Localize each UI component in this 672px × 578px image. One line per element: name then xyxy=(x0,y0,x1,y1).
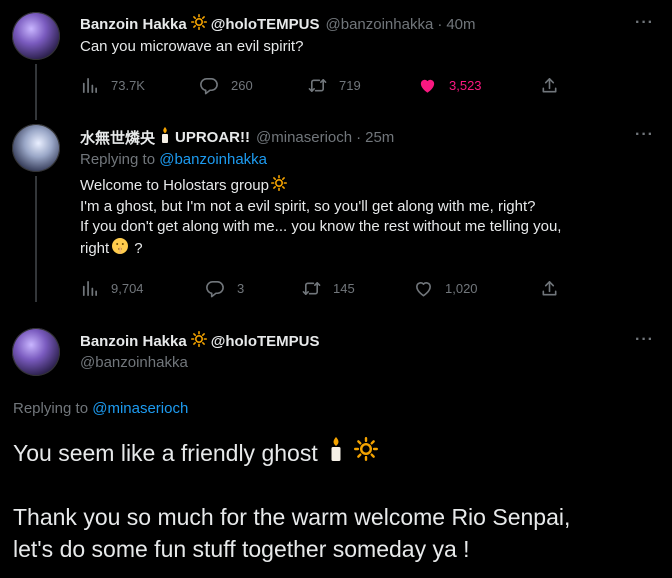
avatar-banzoin[interactable] xyxy=(12,328,60,376)
candle-emoji-icon xyxy=(159,126,171,149)
retweet-icon xyxy=(308,76,327,95)
tweet3-header: Banzoin Hakka @holoTEMPUS xyxy=(80,331,320,352)
user-handle[interactable]: @banzoinhakka xyxy=(80,354,188,371)
retweet-count: 145 xyxy=(333,281,355,296)
heart-icon xyxy=(414,279,433,298)
tweet-text: Can you microwave an evil spirit? xyxy=(80,38,304,55)
separator-dot: · xyxy=(356,129,362,146)
views-button[interactable]: 9,704 xyxy=(80,279,144,298)
replying-to-link[interactable]: @minaserioch xyxy=(92,400,188,417)
reply-count: 3 xyxy=(237,281,245,296)
tweet-line-2: Thank you so much for the warm welcome R… xyxy=(13,504,571,530)
more-options-button[interactable]: ··· xyxy=(635,14,654,32)
shushing-face-emoji-icon xyxy=(111,237,129,261)
tweet-line-4-end: ? xyxy=(134,240,143,257)
share-button[interactable] xyxy=(540,76,559,95)
sun-emoji-icon xyxy=(353,437,378,469)
tweet-line-1: Welcome to Holostars group xyxy=(80,177,269,194)
share-button[interactable] xyxy=(540,279,559,298)
reply-button[interactable]: 3 xyxy=(206,279,244,298)
tweet2-header: 水無世燐央 UPROAR!! @minaserioch · 25m xyxy=(80,126,394,149)
replying-to: Replying to @minaserioch xyxy=(13,400,188,417)
display-name-suffix[interactable]: UPROAR!! xyxy=(175,129,250,146)
reply-icon xyxy=(206,279,225,298)
share-icon xyxy=(540,76,559,95)
analytics-icon xyxy=(80,279,99,298)
sun-emoji-icon xyxy=(270,175,287,197)
display-name[interactable]: Banzoin Hakka xyxy=(80,333,187,350)
retweet-icon xyxy=(302,279,321,298)
sun-emoji-icon xyxy=(190,331,207,352)
heart-filled-icon xyxy=(418,76,437,95)
tweet-line-1: You seem like a friendly ghost xyxy=(13,436,378,470)
display-name[interactable]: Banzoin Hakka xyxy=(80,16,187,33)
retweet-button[interactable]: 719 xyxy=(308,76,361,95)
display-name[interactable]: 水無世燐央 xyxy=(80,127,155,148)
more-options-button[interactable]: ··· xyxy=(635,126,654,144)
candle-emoji-icon xyxy=(328,436,344,470)
views-button[interactable]: 73.7K xyxy=(80,76,145,95)
tweet-text: Welcome to Holostars group I'm a ghost, … xyxy=(80,175,561,261)
tweet-line-3: If you don't get along with me... you kn… xyxy=(80,218,562,235)
like-button[interactable]: 3,523 xyxy=(418,76,482,95)
retweet-button[interactable]: 145 xyxy=(302,279,355,298)
tweet1-header: Banzoin Hakka @holoTEMPUS @banzoinhakka … xyxy=(80,14,476,35)
reply-button[interactable]: 260 xyxy=(200,76,253,95)
avatar-minaserioch[interactable] xyxy=(12,124,60,172)
replying-to-link[interactable]: @banzoinhakka xyxy=(159,151,267,168)
retweet-count: 719 xyxy=(339,78,361,93)
user-handle[interactable]: @minaserioch xyxy=(256,129,352,146)
display-name-suffix[interactable]: @holoTEMPUS xyxy=(211,16,320,33)
views-count: 9,704 xyxy=(111,281,144,296)
views-count: 73.7K xyxy=(111,78,145,93)
share-icon xyxy=(540,279,559,298)
replying-to-label: Replying to xyxy=(13,400,89,417)
thread-line xyxy=(35,176,37,302)
timestamp[interactable]: 40m xyxy=(446,16,475,33)
separator-dot: · xyxy=(437,16,443,33)
like-count: 1,020 xyxy=(445,281,478,296)
more-options-button[interactable]: ··· xyxy=(635,331,654,349)
sun-emoji-icon xyxy=(190,14,207,35)
thread-line xyxy=(35,64,37,120)
display-name-suffix[interactable]: @holoTEMPUS xyxy=(211,333,320,350)
tweet-line-4: right xyxy=(80,240,110,257)
tweet-line-3: let's do some fun stuff together someday… xyxy=(13,536,470,562)
analytics-icon xyxy=(80,76,99,95)
like-count: 3,523 xyxy=(449,78,482,93)
replying-to: Replying to @banzoinhakka xyxy=(80,151,267,168)
tweet-line-1-text: You seem like a friendly ghost xyxy=(13,440,318,466)
reply-count: 260 xyxy=(231,78,253,93)
like-button[interactable]: 1,020 xyxy=(414,279,478,298)
user-handle[interactable]: @banzoinhakka xyxy=(326,16,434,33)
replying-to-label: Replying to xyxy=(80,151,156,168)
avatar-banzoin[interactable] xyxy=(12,12,60,60)
timestamp[interactable]: 25m xyxy=(365,129,394,146)
tweet-line-2: I'm a ghost, but I'm not a evil spirit, … xyxy=(80,198,536,215)
reply-icon xyxy=(200,76,219,95)
